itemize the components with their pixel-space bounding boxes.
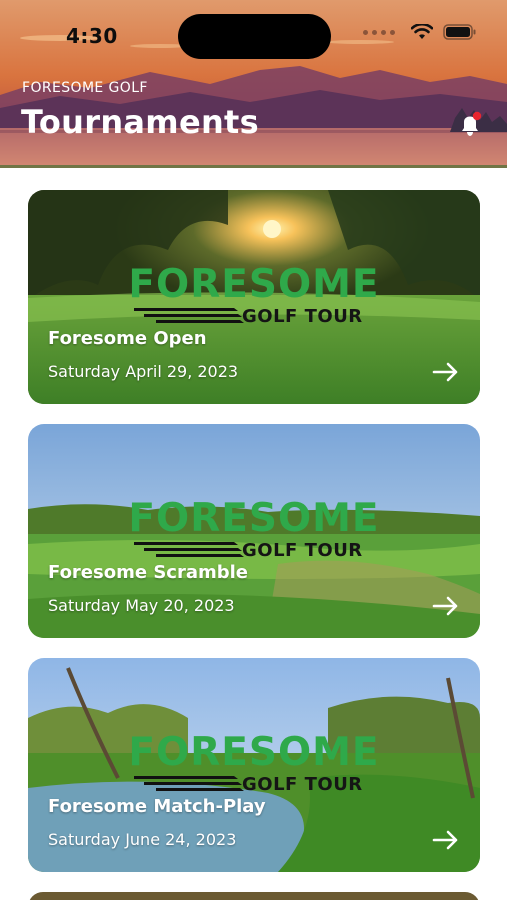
tournament-card-partial[interactable] — [28, 892, 480, 900]
logo-wordmark: FORESOME — [128, 730, 380, 775]
battery-icon — [443, 24, 476, 40]
notification-dot — [472, 111, 482, 121]
notifications-button[interactable] — [456, 110, 486, 140]
tournament-date: Saturday June 24, 2023 — [48, 830, 237, 849]
page-title: Tournaments — [21, 103, 259, 141]
arrow-right-icon[interactable] — [431, 360, 461, 384]
tournament-name: Foresome Scramble — [48, 562, 249, 583]
tournament-date: Saturday May 20, 2023 — [48, 596, 235, 615]
arrow-right-icon[interactable] — [431, 828, 461, 852]
tournament-card[interactable]: FORESOME GOLF TOUR Foresome Match-Play S… — [28, 658, 480, 872]
tournament-card[interactable]: FORESOME GOLF TOUR Foresome Open Saturda… — [28, 190, 480, 404]
tournament-card[interactable]: FORESOME GOLF TOUR Foresome Scramble Sat… — [28, 424, 480, 638]
wifi-icon — [411, 24, 433, 39]
tour-logo: FORESOME GOLF TOUR — [104, 262, 404, 328]
arrow-right-icon[interactable] — [431, 594, 461, 618]
status-bar: 4:30 — [0, 0, 507, 70]
brand-label: FORESOME GOLF — [22, 80, 148, 96]
status-icons — [363, 24, 477, 40]
status-time: 4:30 — [66, 24, 118, 48]
logo-subtitle: GOLF TOUR — [242, 774, 363, 795]
logo-wordmark: FORESOME — [128, 262, 380, 307]
tournament-date: Saturday April 29, 2023 — [48, 362, 239, 381]
dynamic-island — [178, 14, 331, 59]
cellular-signal-icon — [363, 29, 395, 35]
tournament-name: Foresome Open — [48, 328, 207, 349]
header: 4:30 FORESOME GOLF Tournaments — [0, 0, 507, 168]
logo-stripes — [134, 542, 244, 557]
logo-wordmark: FORESOME — [128, 496, 380, 541]
logo-stripes — [134, 776, 244, 791]
logo-subtitle: GOLF TOUR — [242, 306, 363, 327]
tournament-name: Foresome Match-Play — [48, 796, 266, 817]
logo-stripes — [134, 308, 244, 323]
tour-logo: FORESOME GOLF TOUR — [104, 496, 404, 562]
logo-subtitle: GOLF TOUR — [242, 540, 363, 561]
tour-logo: FORESOME GOLF TOUR — [104, 730, 404, 796]
bell-icon — [462, 111, 482, 136]
